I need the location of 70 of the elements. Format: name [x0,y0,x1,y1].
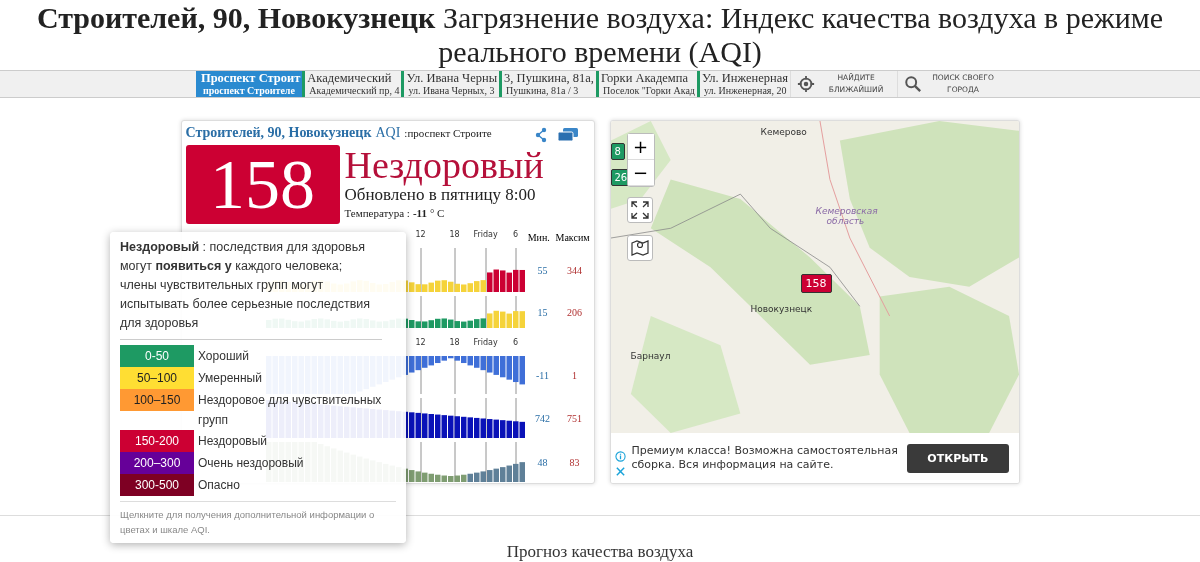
station-tab[interactable]: Горки Академпа Поселок "Горки Акад [595,71,697,97]
axis-label: 12 [415,338,426,347]
scale-range: 0-50 [120,345,194,367]
max-value: 206 [566,306,583,318]
city-label: Барнаул [630,351,671,361]
temperature-unit: ° C [429,207,445,219]
fullscreen-icon [629,200,650,220]
axis-label: 18 [449,230,460,239]
share-icon[interactable] [533,127,548,143]
city-label: Новокузнецк [750,304,813,314]
axis-label: Friday [473,338,498,347]
station-tab[interactable]: Проспект Строит проспект Строителе [195,71,303,97]
updated-time: Обновлено в пятницу 8:00 [344,185,536,205]
min-value: 48 [536,456,549,468]
max-value: 83 [568,456,581,468]
section-heading: Прогноз качества воздуха [505,543,695,561]
min-value: 15 [536,306,549,318]
min-value: -11 [535,369,550,381]
city-label: Кемерово [760,127,807,137]
scale-label: Умеренный [198,370,263,387]
max-value: 1 [571,369,578,381]
close-icon[interactable] [614,466,626,477]
station-tab[interactable]: 3, Пушкина, 81а, Пушкина, 81а / 3 [499,71,596,97]
fullscreen-button[interactable] [626,197,653,223]
station-name: :проспект Строите [404,127,492,139]
axis-label: 12 [415,230,426,239]
map-pin-icon [629,238,650,258]
aqi-level: Нездоровый [344,145,544,185]
open-button[interactable]: ОТКРЫТЬ [907,443,1009,473]
station-tab[interactable]: Ул. Инженерная ул. Инженерная, 20 [696,71,791,97]
axis-label: 6 [512,230,519,239]
min-value: 742 [534,412,551,424]
column-header: Мин. [526,231,551,243]
max-value: 344 [566,264,583,276]
crosshair-icon [797,75,816,93]
city-name[interactable]: Строителей, 90, Новокузнецк [185,125,372,141]
axis-label: 6 [512,338,519,347]
aqi-map-marker[interactable]: 8 [610,143,625,160]
search-icon [904,75,923,93]
scale-range: 100–150 [120,389,194,411]
axis-label: Friday [473,230,498,239]
scale-label: Нездоровый [198,433,269,450]
ad-text: Премиум класса! Возможна самостоятельная сборка. Вся информация на сайте. [631,444,899,472]
zoom-in-button[interactable]: + [627,134,654,160]
map-layers-button[interactable] [626,235,653,261]
station-tab[interactable]: Академический Академический пр, 4 [302,71,402,97]
scale-range: 300-500 [120,474,194,496]
max-value: 751 [566,412,583,424]
tooltip-text: Нездоровый : последствия для здоровья могут появиться у каждого человека; члены чувствительных групп могут испытывать более серьезные последствия для здоровья [120,238,382,340]
windows-icon[interactable] [557,128,578,142]
scale-label: Опасно [198,477,241,494]
min-value: 55 [536,264,549,276]
aqi-value: 158 [185,145,340,224]
tooltip-footer: Щелкните для получения дополнительной информации о цветах и шкале AQI. [120,501,396,537]
aqi-label: AQI [375,125,401,141]
page-title: Строителей, 90, Новокузнецк Загрязнение воздуха: Индекс качества воздуха в режиме реального времени (AQI) [35,0,1165,70]
scale-label: Нездоровое для чувствительных групп [198,392,383,429]
aqi-map-marker[interactable]: 158 [800,274,832,293]
axis-label: 18 [449,338,460,347]
station-tab[interactable]: Ул. Ивана Черны ул. Ивана Черных, 3 [401,71,500,97]
temperature-value: -11 [412,207,427,219]
scale-label: Очень нездоровый [198,455,305,472]
scale-label: Хороший [198,348,250,365]
scale-range: 150-200 [120,430,194,452]
temperature-label: Температура : [344,207,410,219]
info-icon[interactable] [614,451,626,462]
scale-range: 50–100 [120,367,194,389]
column-header: Максим [555,231,590,243]
region-label: Кемеровская область [815,206,876,226]
scale-range: 200–300 [120,452,194,474]
